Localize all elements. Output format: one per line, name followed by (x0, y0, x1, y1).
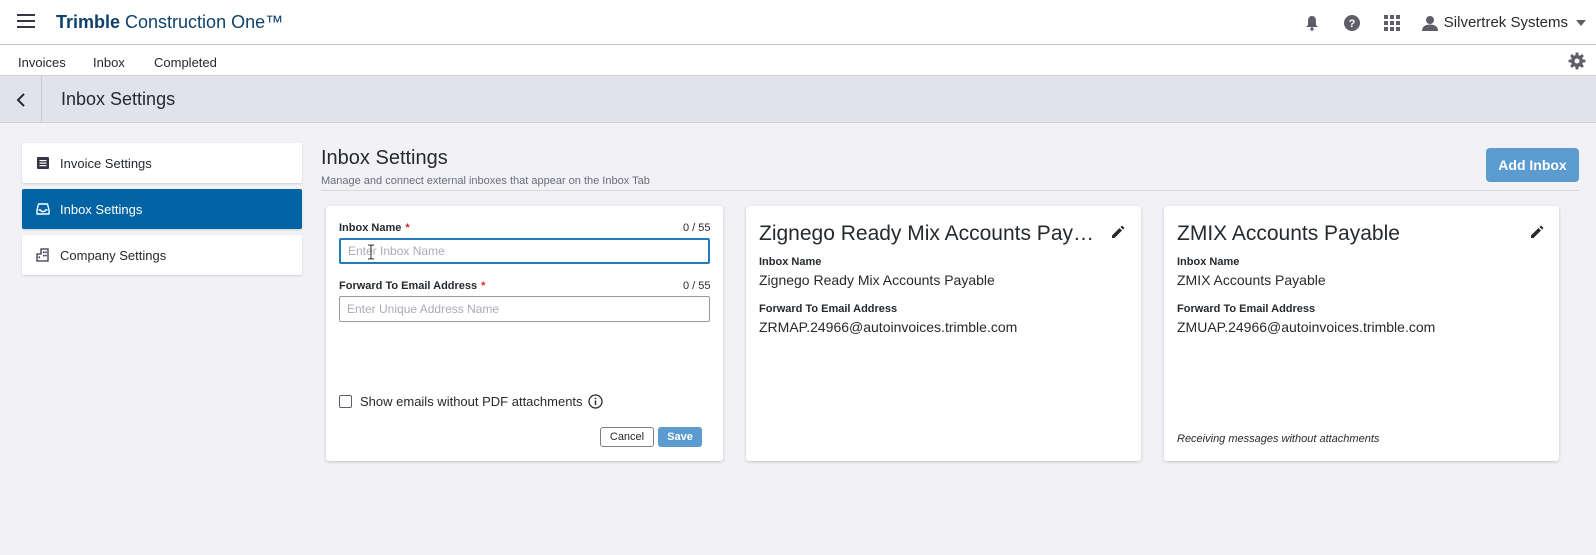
user-menu[interactable]: Silvertrek Systems (1421, 14, 1586, 31)
help-icon[interactable]: ? (1342, 13, 1362, 33)
inbox-name-label: Inbox Name (759, 256, 822, 268)
user-name: Silvertrek Systems (1443, 14, 1568, 31)
required-mark: * (405, 222, 410, 234)
bell-icon[interactable] (1302, 13, 1322, 33)
page-header-title: Inbox Settings (61, 89, 176, 109)
checkbox-label: Show emails without PDF attachments (360, 394, 583, 409)
back-button[interactable] (0, 76, 42, 123)
text-cursor-icon (368, 244, 374, 260)
email-label: Forward To Email Address (759, 303, 898, 315)
content-subtitle: Manage and connect external inboxes that… (321, 175, 650, 187)
email-label-text: Forward To Email Address (339, 280, 478, 292)
apps-grid-icon[interactable] (1382, 13, 1402, 33)
email-label: Forward To Email Address (1177, 303, 1316, 315)
tab-invoices[interactable]: Invoices (18, 55, 66, 70)
caret-down-icon (1576, 19, 1586, 26)
inbox-card: Zignego Ready Mix Accounts Payable Inbox… (746, 206, 1141, 461)
page-header: Inbox Settings (0, 76, 1596, 123)
inbox-card-title: Zignego Ready Mix Accounts Payable (759, 222, 1099, 245)
content-divider (321, 190, 1579, 191)
required-mark: * (481, 280, 486, 292)
inbox-card-title: ZMIX Accounts Payable (1177, 222, 1400, 245)
building-icon (36, 248, 50, 262)
sidebar-item-company-settings[interactable]: Company Settings (22, 235, 302, 275)
top-bar: Trimble Construction One™ ? Silvertrek S… (0, 0, 1596, 45)
email-counter: 0 / 55 (683, 280, 711, 292)
sidebar-item-inbox-settings[interactable]: Inbox Settings (22, 189, 302, 229)
inbox-icon (36, 202, 50, 216)
add-inbox-button[interactable]: Add Inbox (1486, 148, 1579, 182)
new-inbox-form-card: Inbox Name* 0 / 55 Forward To Email Addr… (326, 206, 723, 461)
sidebar-item-label: Company Settings (60, 247, 167, 263)
gear-icon[interactable] (1568, 52, 1586, 70)
chevron-left-icon (16, 92, 25, 107)
show-emails-without-pdf-row: Show emails without PDF attachments (339, 394, 603, 409)
top-icons: ? Silvertrek Systems (1302, 0, 1596, 45)
save-button[interactable]: Save (658, 427, 702, 447)
inbox-name-counter: 0 / 55 (683, 222, 711, 234)
app-brand[interactable]: Trimble Construction One™ (56, 12, 283, 33)
receiving-note: Receiving messages without attachments (1177, 433, 1380, 445)
sidebar-item-invoice-settings[interactable]: Invoice Settings (22, 143, 302, 183)
brand-bold: Trimble (56, 12, 121, 32)
tab-inbox[interactable]: Inbox (93, 55, 125, 70)
svg-text:?: ? (1348, 18, 1355, 30)
hamburger-menu-icon[interactable] (17, 14, 35, 28)
inbox-card: ZMIX Accounts Payable Inbox Name ZMIX Ac… (1164, 206, 1559, 461)
content-title: Inbox Settings (321, 147, 448, 169)
inbox-name-value: ZMIX Accounts Payable (1177, 272, 1326, 288)
inbox-name-input[interactable] (339, 238, 710, 264)
cancel-button[interactable]: Cancel (600, 427, 654, 447)
email-value: ZRMAP.24966@autoinvoices.trimble.com (759, 319, 1018, 335)
email-label: Forward To Email Address * (339, 280, 485, 292)
info-icon[interactable] (587, 394, 603, 409)
inbox-name-label-text: Inbox Name (339, 222, 402, 234)
inbox-name-label: Inbox Name (1177, 256, 1240, 268)
edit-pencil-icon[interactable] (1529, 224, 1545, 240)
brand-rest: Construction One™ (120, 12, 284, 32)
inbox-name-label: Inbox Name * (339, 222, 410, 234)
nav-tabs: Invoices Inbox Completed (0, 45, 1596, 76)
inbox-name-value: Zignego Ready Mix Accounts Payable (759, 272, 995, 288)
user-avatar-icon (1421, 15, 1438, 31)
email-value: ZMUAP.24966@autoinvoices.trimble.com (1177, 319, 1436, 335)
sidebar-item-label: Invoice Settings (60, 155, 152, 171)
list-icon (36, 156, 50, 170)
edit-pencil-icon[interactable] (1110, 224, 1126, 240)
show-emails-without-pdf-checkbox[interactable] (339, 395, 352, 408)
sidebar-item-label: Inbox Settings (60, 201, 143, 217)
email-address-input[interactable] (339, 296, 710, 322)
tab-completed[interactable]: Completed (154, 55, 217, 70)
